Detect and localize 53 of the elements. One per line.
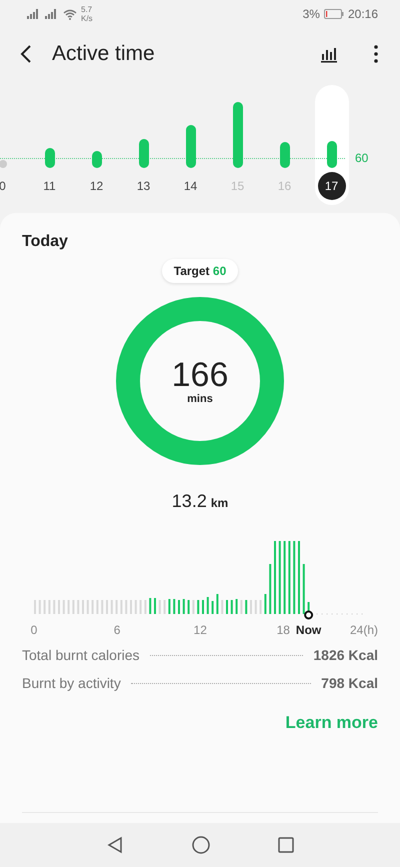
stat-label: Burnt by activity [22, 675, 121, 691]
active-minutes: 166 [172, 357, 228, 393]
network-speed: 5.7 [81, 5, 93, 14]
battery-icon [324, 9, 344, 19]
activity-dot [0, 160, 6, 168]
day-column[interactable]: 13 [120, 85, 167, 205]
now-marker [304, 610, 314, 620]
more-icon [374, 45, 378, 63]
day-label: 14 [182, 178, 198, 195]
axis-label: 24(h) [350, 623, 378, 637]
bar-chart-icon [320, 45, 338, 63]
day-label: 17 [318, 172, 346, 200]
battery-percent: 3% [302, 7, 320, 21]
now-label: Now [296, 623, 322, 637]
day-label: 0 [0, 178, 7, 195]
signal-icon [45, 9, 59, 19]
activity-bar [92, 151, 102, 168]
axis-label: 18 [276, 623, 290, 637]
day-column[interactable]: 14 [167, 85, 214, 205]
minutes-unit: mins [187, 393, 213, 405]
activity-bar [232, 102, 242, 168]
distance-unit: km [210, 496, 228, 510]
target-tooltip: Target 60 [162, 259, 238, 283]
target-value: 60 [355, 151, 368, 165]
signal-icon [27, 9, 41, 19]
back-icon [20, 44, 32, 64]
activity-bar [326, 141, 336, 168]
activity-bar [186, 125, 196, 168]
network-speed-unit: K/s [81, 14, 93, 23]
activity-bar [44, 148, 54, 168]
axis-label: 6 [114, 623, 120, 637]
axis-label: 12 [194, 623, 207, 637]
stat-value: 1826 Kcal [313, 647, 378, 663]
selected-day-column[interactable]: 17 [314, 85, 348, 205]
day-label: 11 [42, 178, 57, 195]
home-nav-icon[interactable] [192, 836, 210, 854]
day-label: 13 [136, 178, 152, 195]
page-title: Active time [52, 42, 156, 66]
day-label: 12 [88, 178, 104, 195]
activity-bar [138, 139, 148, 168]
axis-label: 0 [30, 623, 38, 637]
day-column[interactable]: 12 [73, 85, 120, 205]
stat-label: Total burnt calories [22, 647, 140, 663]
distance-value: 13.2 [172, 491, 207, 512]
stat-value: 798 Kcal [321, 675, 378, 691]
day-column[interactable]: 11 [26, 85, 73, 205]
wifi-icon [63, 8, 77, 20]
back-nav-icon[interactable] [106, 836, 124, 854]
activity-bar [280, 142, 290, 168]
day-column[interactable]: 0 [0, 85, 26, 205]
clock: 20:16 [348, 7, 378, 21]
section-title: Today [22, 233, 69, 251]
recents-nav-icon[interactable] [278, 837, 294, 853]
